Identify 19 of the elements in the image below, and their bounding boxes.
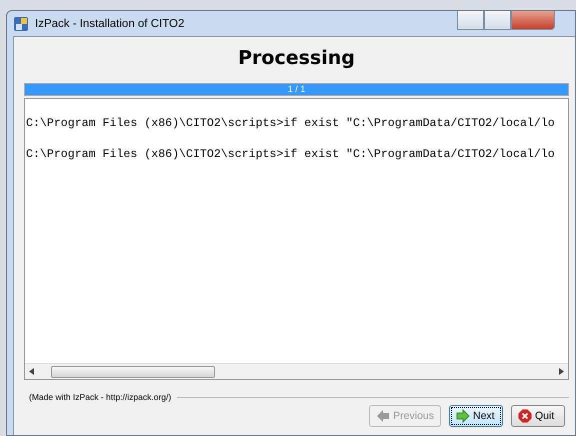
- stop-icon: [518, 409, 532, 423]
- log-line: C:\Program Files (x86)\CITO2\scripts>if exist "C:\ProgramData/CITO2/local/lo: [26, 117, 556, 131]
- app-icon: [13, 16, 29, 32]
- window-title: IzPack - Installation of CITO2: [35, 18, 184, 30]
- arrow-right-icon: [456, 409, 470, 423]
- quit-button[interactable]: Quit: [511, 405, 565, 427]
- close-button[interactable]: [511, 11, 555, 30]
- scrollbar-thumb[interactable]: [51, 366, 215, 378]
- next-button[interactable]: Next: [449, 405, 503, 427]
- arrow-left-icon: [376, 409, 390, 423]
- log-line: C:\Program Files (x86)\CITO2\scripts>if exist "C:\ProgramData/CITO2/local/lo: [26, 148, 556, 162]
- progress-text: 1 / 1: [286, 84, 306, 95]
- page-heading: Processing: [237, 47, 356, 71]
- footer-text: (Made with IzPack - http://izpack.org/): [29, 392, 172, 402]
- right-arrow-icon[interactable]: [559, 368, 564, 375]
- horizontal-scrollbar[interactable]: [25, 363, 568, 379]
- left-arrow-icon[interactable]: [29, 368, 34, 375]
- maximize-button[interactable]: [484, 11, 511, 30]
- minimize-button[interactable]: [457, 11, 484, 30]
